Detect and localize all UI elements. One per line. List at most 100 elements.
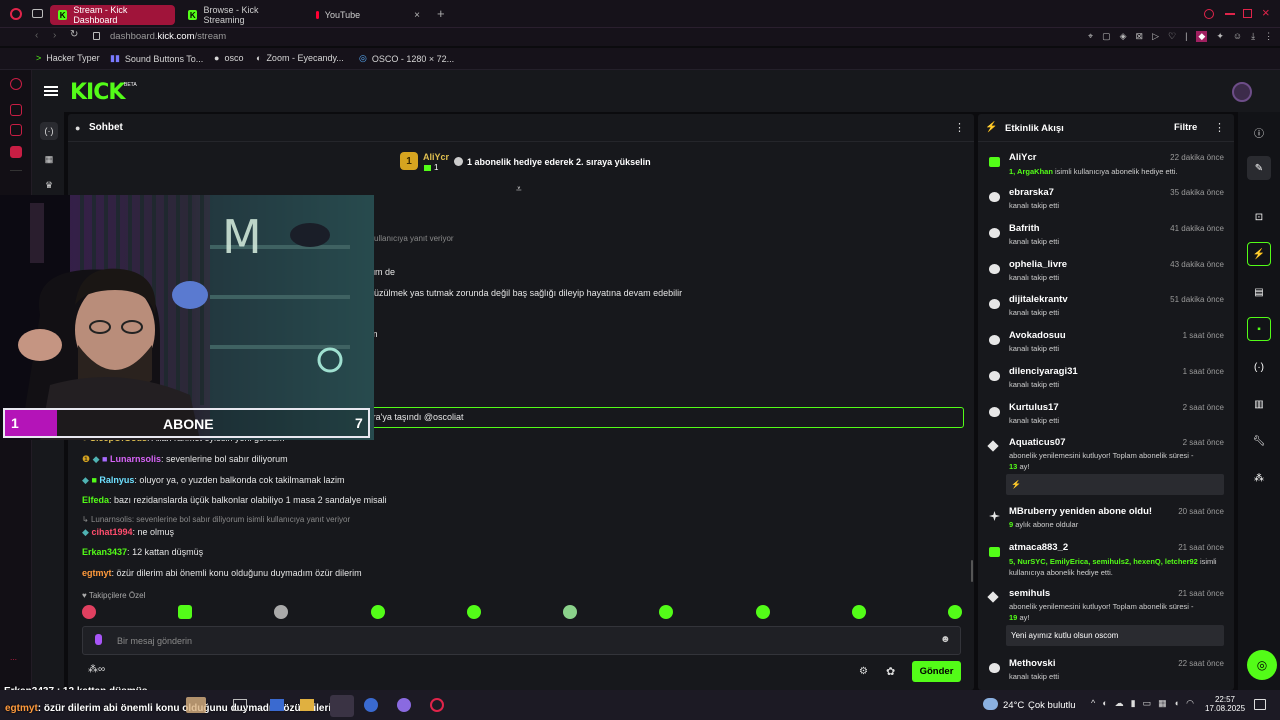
- feed-item-name[interactable]: ebrarska7: [1009, 187, 1054, 198]
- taskbar-app-icon[interactable]: [270, 699, 284, 711]
- feed-item-name[interactable]: ophelia_livre: [1009, 259, 1067, 270]
- feed-item-name[interactable]: Aquaticus07: [1009, 437, 1066, 448]
- feed-item-name[interactable]: Methovski: [1009, 658, 1055, 669]
- settings-gear-icon[interactable]: ⚙: [859, 666, 868, 677]
- emote-heart-icon[interactable]: [82, 605, 96, 619]
- feed-item-name[interactable]: AliYcr: [1009, 152, 1036, 163]
- tab-island-icon[interactable]: [32, 9, 43, 18]
- tab-stream-dashboard[interactable]: K Stream - Kick Dashboard: [50, 5, 175, 25]
- feed-item-name[interactable]: Bafrith: [1009, 223, 1040, 234]
- taskbar-app-icon[interactable]: [330, 695, 354, 717]
- tab-youtube[interactable]: YouTube ×: [308, 5, 428, 25]
- clock[interactable]: 22:57 17.08.2025: [1205, 695, 1245, 713]
- filter-button[interactable]: Filtre: [1174, 122, 1197, 133]
- chevron-up-icon[interactable]: ^: [1091, 698, 1095, 709]
- bookmark-osco[interactable]: ● osco: [214, 53, 243, 63]
- trophy-icon[interactable]: ♛: [40, 176, 58, 194]
- chat-username[interactable]: Elfeda: [82, 495, 109, 505]
- close-window-icon[interactable]: ×: [1262, 5, 1270, 20]
- emote-icon[interactable]: [947, 605, 962, 619]
- gift-banner-user[interactable]: AliYcr: [423, 152, 449, 162]
- feed-menu-icon[interactable]: ⋮: [1214, 121, 1225, 134]
- taskbar-opera-icon[interactable]: [430, 698, 444, 712]
- forward-icon[interactable]: ›: [53, 30, 56, 41]
- chat-username[interactable]: egtmyt: [82, 568, 112, 578]
- library-icon[interactable]: ▦: [40, 150, 58, 168]
- hamburger-menu-icon[interactable]: [44, 86, 58, 88]
- tray-icon[interactable]: ▭: [1143, 698, 1152, 709]
- emote-icon[interactable]: [466, 605, 481, 619]
- reload-icon[interactable]: ↻: [70, 29, 78, 40]
- new-tab-button[interactable]: +: [437, 6, 445, 21]
- broadcast-icon[interactable]: (·): [1247, 355, 1271, 379]
- volume-icon[interactable]: ◖: [1174, 698, 1179, 709]
- document-icon[interactable]: ▤: [1247, 280, 1271, 304]
- network-icon[interactable]: ▦: [1158, 698, 1167, 709]
- messenger-icon[interactable]: [10, 146, 22, 158]
- pin-icon[interactable]: ⌖: [1088, 31, 1093, 42]
- extension-icon[interactable]: ◆: [1196, 31, 1208, 42]
- taskbar-app-icon[interactable]: [233, 699, 247, 711]
- chat-username[interactable]: Lunarnsolis: [110, 454, 161, 464]
- chat-username[interactable]: cihat1994: [91, 527, 132, 537]
- shopping-icon[interactable]: [10, 104, 22, 116]
- bookmark-sound-buttons[interactable]: ▮▮ Sound Buttons To...: [110, 53, 203, 64]
- feed-item-name[interactable]: atmaca883_2: [1009, 542, 1068, 553]
- emote-icon[interactable]: [563, 605, 578, 619]
- emote-icon[interactable]: [659, 605, 674, 619]
- emote-icon[interactable]: [178, 605, 193, 619]
- emoji-icon[interactable]: ☻: [940, 634, 951, 645]
- shield-icon[interactable]: ◈: [1120, 31, 1127, 42]
- feed-item-name[interactable]: Avokadosuu: [1009, 330, 1066, 341]
- chat-toggle-icon[interactable]: ▪: [1247, 317, 1271, 341]
- feed-item-name[interactable]: dijitalekrantv: [1009, 294, 1068, 305]
- taskbar-app-icon[interactable]: [364, 698, 378, 712]
- edit-icon[interactable]: ✎: [1247, 156, 1271, 180]
- kick-logo[interactable]: KICK: [70, 80, 125, 105]
- aria-icon[interactable]: [10, 78, 22, 90]
- bookmark-hacker-typer[interactable]: > Hacker Typer: [36, 53, 100, 63]
- snapshot-icon[interactable]: ▢: [1102, 31, 1111, 42]
- points-icon[interactable]: ⁂∞: [88, 664, 105, 675]
- bookmark-zoom[interactable]: ◐ Zoom - Eyecandy...: [256, 53, 344, 63]
- microphone-icon[interactable]: [95, 634, 102, 645]
- back-icon[interactable]: ‹: [35, 30, 38, 41]
- chat-scrollbar[interactable]: [971, 560, 973, 582]
- maximize-icon[interactable]: [1243, 9, 1252, 18]
- wrench-icon[interactable]: 🔧︎: [1247, 429, 1271, 453]
- avatar[interactable]: [1232, 82, 1252, 102]
- taskbar-app-icon[interactable]: [300, 699, 314, 711]
- taskbar-app-icon[interactable]: [186, 697, 206, 713]
- more-icon[interactable]: ⋯: [10, 656, 17, 664]
- close-tab-icon[interactable]: ×: [414, 10, 420, 21]
- url-field[interactable]: dashboard.kick.com/stream: [110, 31, 226, 42]
- notification-icon[interactable]: [1254, 699, 1266, 710]
- chat-menu-icon[interactable]: ⋮: [954, 121, 965, 134]
- chat-username[interactable]: Erkan3437: [82, 547, 127, 557]
- tray-icon[interactable]: ◐: [1102, 698, 1107, 709]
- download-icon[interactable]: ⤓: [1251, 31, 1255, 42]
- stream-broadcast-icon[interactable]: (·): [40, 122, 58, 140]
- feed-item-name[interactable]: dilenciyaragi31: [1009, 366, 1078, 377]
- chat-input[interactable]: Bir mesaj gönderin ☻: [82, 626, 961, 655]
- emote-icon[interactable]: [755, 605, 770, 619]
- wifi-icon[interactable]: ◠: [1186, 698, 1194, 709]
- info-icon[interactable]: ⓘ: [1247, 120, 1271, 144]
- feed-item-name[interactable]: Kurtulus17: [1009, 402, 1059, 413]
- apps-icon[interactable]: ⁂: [1247, 466, 1271, 490]
- feed-item-name[interactable]: MBruberry yeniden abone oldu!: [1009, 506, 1152, 517]
- heart-icon[interactable]: ♡: [1168, 31, 1176, 42]
- puzzle-icon[interactable]: ✦: [1216, 31, 1224, 42]
- play-icon[interactable]: ▷: [1152, 31, 1159, 42]
- quick-emote-icon[interactable]: ✿: [886, 665, 895, 678]
- emote-icon[interactable]: [370, 605, 385, 619]
- activity-toggle-icon[interactable]: ⚡: [1247, 242, 1271, 266]
- emote-icon[interactable]: [851, 605, 866, 619]
- layout-icon[interactable]: ▥: [1247, 392, 1271, 416]
- feed-item-name[interactable]: semihuls: [1009, 588, 1050, 599]
- profile-icon[interactable]: ☺: [1233, 31, 1242, 42]
- tab-browse-kick[interactable]: K Browse - Kick Streaming: [180, 5, 305, 25]
- chat-username[interactable]: Ralnyus: [99, 475, 134, 485]
- vpn-icon[interactable]: ⊠: [1136, 31, 1144, 42]
- capture-icon[interactable]: ⊡: [1247, 205, 1271, 229]
